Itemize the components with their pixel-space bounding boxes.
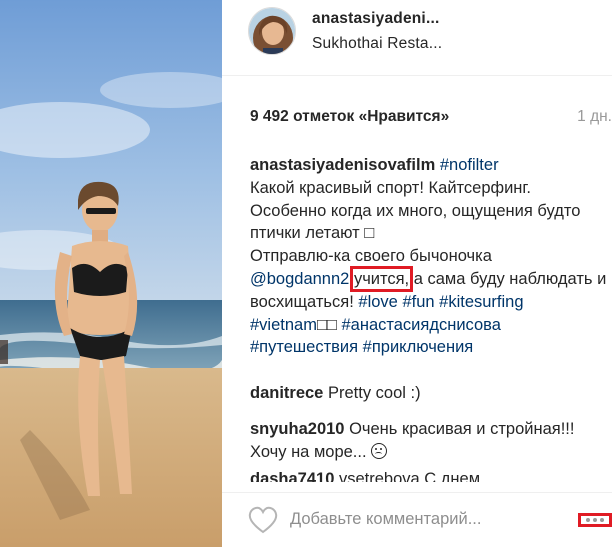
comment-input[interactable] — [290, 505, 570, 533]
comment-author[interactable]: snyuha2010 — [250, 420, 344, 438]
ellipsis-dot — [599, 518, 604, 522]
likes-count[interactable]: 9 492 отметок «Нравится» — [250, 108, 449, 126]
caption-text-1: Какой красивый спорт! Кайтсерфинг. Особе… — [250, 178, 581, 243]
ellipsis-dot — [586, 518, 591, 522]
comment-item: danitrece Pretty cool :) — [250, 382, 590, 405]
comment-author[interactable]: dasha7410 — [250, 470, 334, 482]
comment-text: Pretty cool :) — [327, 384, 421, 402]
hashtag-anastasiya[interactable]: #анастасиядснисова — [341, 316, 500, 334]
hashtag-love[interactable]: #love — [358, 293, 397, 311]
caption-text-2: Отправлю-ка своего бычоночка — [250, 247, 492, 266]
post-caption: anastasiyadenisovafilm #nofilter Какой к… — [250, 154, 608, 359]
comment-text: vsetrebova С днем — [339, 470, 481, 482]
avatar[interactable] — [248, 7, 296, 55]
hashtag-nofilter[interactable]: #nofilter — [440, 156, 499, 174]
post-time[interactable]: 1 дн. — [577, 108, 612, 126]
missing-emoji-glyph: □ — [364, 224, 375, 243]
beach-photo-illustration — [0, 0, 222, 547]
ellipsis-dot — [592, 518, 597, 522]
hashtag-vietnam[interactable]: #vietnam — [250, 316, 317, 334]
comment-item: snyuha2010 Очень красивая и стройная!!! … — [250, 418, 590, 464]
username[interactable]: anastasiyadeni... — [312, 10, 439, 28]
missing-emoji-glyph: □□ — [316, 315, 337, 334]
post-details-panel: anastasiyadeni... Sukhothai Resta... 9 4… — [222, 0, 612, 547]
hashtag-fun[interactable]: #fun — [402, 293, 434, 311]
caption-author[interactable]: anastasiyadenisovafilm — [250, 156, 435, 174]
highlighted-word: учится, — [349, 265, 414, 292]
ellipsis-icon[interactable] — [578, 513, 612, 527]
avatar-photo — [249, 8, 295, 54]
likes-row: 9 492 отметок «Нравится» 1 дн. — [222, 108, 612, 130]
hashtag-travel[interactable]: #путешествия — [250, 338, 358, 356]
comment-footer — [222, 492, 612, 547]
smile-emoji-icon — [371, 442, 388, 459]
comment-author[interactable]: danitrece — [250, 384, 323, 402]
location[interactable]: Sukhothai Resta... — [312, 35, 442, 53]
post-photo[interactable] — [0, 0, 222, 547]
comment-item: dasha7410 vsetrebova С днем — [250, 468, 590, 482]
post-header: anastasiyadeni... Sukhothai Resta... — [222, 0, 612, 76]
mention-bogdannn2[interactable]: @bogdannn2 — [250, 270, 349, 288]
hashtag-adventures[interactable]: #приключения — [363, 338, 474, 356]
heart-outline-icon[interactable] — [248, 506, 278, 534]
hashtag-kitesurfing[interactable]: #kitesurfing — [439, 293, 523, 311]
